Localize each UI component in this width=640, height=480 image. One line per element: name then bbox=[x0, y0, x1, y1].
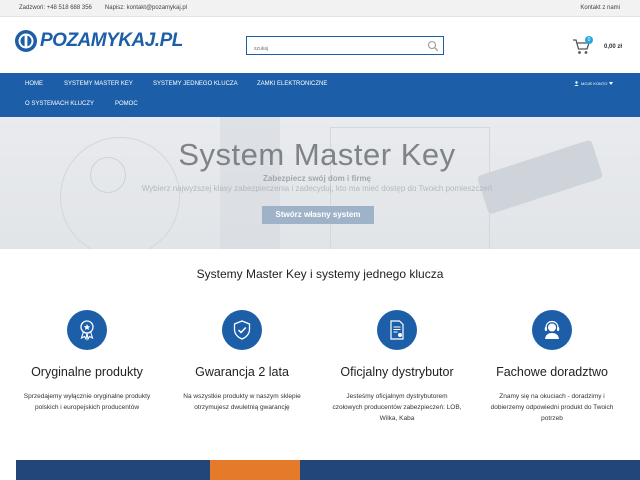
feature-title: Oficjalny dystrybutor bbox=[340, 365, 454, 379]
hero-description: Wybierz najwyższej klasy zabezpieczenia … bbox=[141, 184, 493, 193]
certificate-document-icon bbox=[377, 310, 417, 350]
feature-official-distributor: Oficjalny dystrybutor Jesteśmy oficjalny… bbox=[317, 310, 477, 424]
nav-item-master-key[interactable]: Systemy Master Key bbox=[64, 73, 133, 95]
my-account-label: MOJE KONTO bbox=[581, 81, 608, 86]
feature-description: Sprzedajemy wyłącznie oryginalne produkt… bbox=[23, 393, 151, 411]
search-box bbox=[246, 36, 444, 58]
nav-item-help[interactable]: Pomoc bbox=[115, 93, 138, 115]
phone-info[interactable]: Zadzwoń: +48 518 688 356 bbox=[19, 5, 92, 11]
create-system-button[interactable]: Stwórz własny system bbox=[262, 206, 374, 224]
chevron-down-icon bbox=[609, 82, 614, 85]
header: POZAMYKAJ.PL 0 0,00 zł bbox=[0, 17, 640, 73]
shield-check-icon bbox=[222, 310, 262, 350]
feature-warranty: Gwarancja 2 lata Na wszystkie produkty w… bbox=[162, 310, 322, 413]
feature-original-products: Oryginalne produkty Sprzedajemy wyłączni… bbox=[7, 310, 167, 413]
cart-total[interactable]: 0,00 zł bbox=[604, 44, 622, 50]
search-input[interactable] bbox=[247, 40, 417, 58]
top-bar: Zadzwoń: +48 518 688 356 Napisz: kontakt… bbox=[0, 0, 640, 17]
award-ribbon-icon bbox=[67, 310, 107, 350]
feature-description: Jesteśmy oficjalnym dystrybutorem czołow… bbox=[332, 393, 462, 422]
feature-description: Na wszystkie produkty w naszym sklepie o… bbox=[183, 393, 301, 411]
logo-keyhole-icon bbox=[15, 30, 37, 52]
feature-description: Znamy się na okuciach - doradzimy i dobi… bbox=[490, 393, 614, 422]
bottom-banner-accent bbox=[210, 460, 300, 480]
user-icon bbox=[574, 81, 579, 86]
contact-link[interactable]: Kontakt z nami bbox=[580, 5, 620, 11]
cart-count-badge: 0 bbox=[585, 36, 593, 44]
nav-item-about-systems[interactable]: O systemach kluczy bbox=[25, 93, 94, 115]
nav-item-single-key[interactable]: Systemy jednego klucza bbox=[153, 73, 238, 95]
main-nav: Home Systemy Master Key Systemy jednego … bbox=[0, 73, 640, 117]
feature-title: Gwarancja 2 lata bbox=[195, 365, 289, 379]
hero-title: System Master Key bbox=[178, 137, 456, 172]
nav-item-home[interactable]: Home bbox=[25, 73, 43, 95]
contact-info: Zadzwoń: +48 518 688 356 Napisz: kontakt… bbox=[19, 5, 187, 11]
logo[interactable]: POZAMYKAJ.PL bbox=[14, 29, 183, 53]
my-account[interactable]: MOJE KONTO bbox=[574, 81, 614, 86]
hero-subtitle: Zabezpiecz swój dom i firmę bbox=[262, 174, 372, 183]
feature-title: Oryginalne produkty bbox=[31, 365, 143, 379]
logo-text: POZAMYKAJ.PL bbox=[40, 30, 183, 51]
search-icon[interactable] bbox=[427, 40, 439, 52]
section-title: Systemy Master Key i systemy jednego klu… bbox=[196, 267, 444, 281]
hero-banner: System Master Key Zabezpiecz swój dom i … bbox=[0, 117, 640, 249]
feature-title: Fachowe doradztwo bbox=[496, 365, 608, 379]
nav-item-electronic-locks[interactable]: Zamki elektroniczne bbox=[257, 73, 327, 95]
bottom-banner-strip bbox=[16, 460, 640, 480]
email-info[interactable]: Napisz: kontakt@pozamykaj.pl bbox=[105, 5, 187, 11]
feature-expert-advice: Fachowe doradztwo Znamy się na okuciach … bbox=[472, 310, 632, 424]
support-headset-icon bbox=[532, 310, 572, 350]
